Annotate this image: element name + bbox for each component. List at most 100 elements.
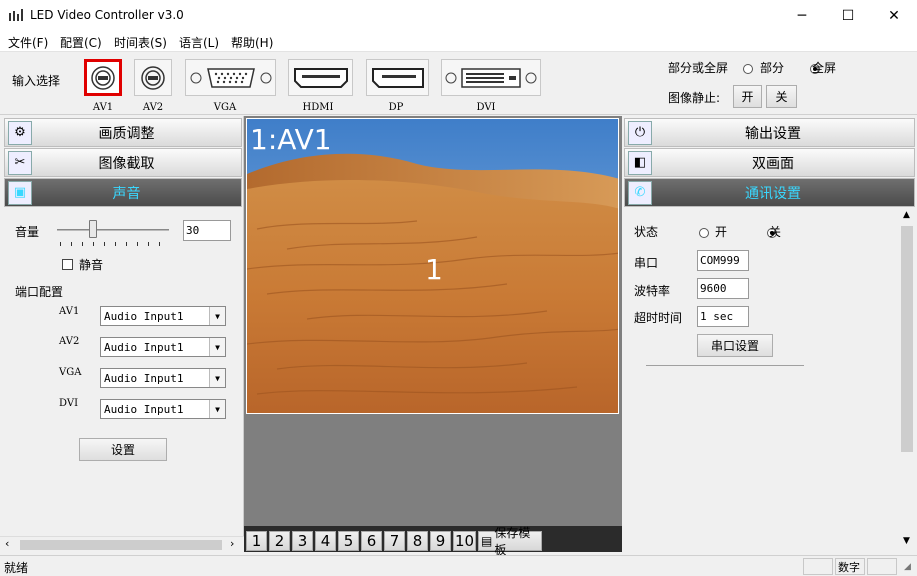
menu-schedule[interactable]: 时间表(S) xyxy=(114,34,167,51)
partial-radio[interactable] xyxy=(743,64,753,74)
menu-config[interactable]: 配置(C) xyxy=(60,34,102,51)
input-select-label: 输入选择 xyxy=(12,74,61,88)
preview-area: 1:AV1 1 xyxy=(244,116,622,552)
template-button-3[interactable]: 3 xyxy=(292,531,313,551)
baud-rate-field[interactable]: 9600 xyxy=(697,278,749,299)
audio-source-select-av1[interactable]: Audio Input1 ▼ xyxy=(100,306,226,326)
timeout-field[interactable]: 1 sec xyxy=(697,306,749,327)
save-template-label: 保存模板 xyxy=(494,526,531,557)
port-av2-label: AV2 xyxy=(142,102,164,113)
scroll-left-icon[interactable]: ‹ xyxy=(5,537,9,550)
template-button-1[interactable]: 1 xyxy=(246,531,267,551)
status-pane xyxy=(803,558,833,575)
chevron-down-icon: ▼ xyxy=(209,307,225,325)
phone-icon: ✆ xyxy=(628,180,652,205)
serial-setup-button[interactable]: 串口设置 xyxy=(697,334,773,357)
audio-source-select-vga[interactable]: Audio Input1 ▼ xyxy=(100,368,226,388)
close-button[interactable]: ✕ xyxy=(871,0,917,31)
scrollbar-thumb[interactable] xyxy=(901,226,913,452)
audio-source-value: Audio Input1 xyxy=(104,402,184,416)
menu-help[interactable]: 帮助(H) xyxy=(231,34,273,51)
quality-icon: ⚙ xyxy=(8,120,32,145)
audio-source-select-dvi[interactable]: Audio Input1 ▼ xyxy=(100,399,226,419)
template-button-4[interactable]: 4 xyxy=(315,531,336,551)
template-button-7[interactable]: 7 xyxy=(384,531,405,551)
template-button-9[interactable]: 9 xyxy=(430,531,451,551)
template-button-8[interactable]: 8 xyxy=(407,531,428,551)
menu-bar: 文件(F) 配置(C) 时间表(S) 语言(L) 帮助(H) xyxy=(0,31,917,52)
app-icon xyxy=(9,9,23,21)
comm-on-radio[interactable] xyxy=(699,228,709,238)
resize-grip-icon[interactable]: ◢ xyxy=(904,562,911,572)
save-icon: ▤ xyxy=(481,534,493,548)
tab-output-settings-label: 输出设置 xyxy=(745,125,801,142)
displayport-connector-icon xyxy=(371,67,424,88)
tab-image-capture[interactable]: ✂ 图像截取 xyxy=(4,148,242,177)
baud-rate-label: 波特率 xyxy=(634,284,671,298)
audio-port-label: AV2 xyxy=(59,336,80,347)
save-template-button[interactable]: ▤ 保存模板 xyxy=(478,526,542,557)
template-button-2[interactable]: 2 xyxy=(269,531,290,551)
serial-port-label: 串口 xyxy=(634,256,659,270)
scroll-right-icon[interactable]: › xyxy=(230,537,234,550)
right-vertical-scrollbar[interactable]: ▲ ▼ xyxy=(899,210,915,552)
audio-source-select-av2[interactable]: Audio Input1 ▼ xyxy=(100,337,226,357)
partial-radio-label: 部分 xyxy=(760,61,785,75)
port-av1-label: AV1 xyxy=(92,102,114,113)
tab-sound[interactable]: ▣ 声音 xyxy=(4,178,242,207)
port-dvi-label: DVI xyxy=(476,102,496,113)
window-title: LED Video Controller v3.0 xyxy=(30,8,184,22)
dual-picture-icon: ◧ xyxy=(628,150,652,175)
menu-file[interactable]: 文件(F) xyxy=(8,34,48,51)
maximize-button[interactable]: ☐ xyxy=(825,0,871,31)
port-dp-label: DP xyxy=(388,102,404,113)
tab-dual-picture[interactable]: ◧ 双画面 xyxy=(624,148,915,177)
template-button-10[interactable]: 10 xyxy=(453,531,476,551)
port-hdmi-button[interactable] xyxy=(288,59,353,96)
preview-window-1[interactable]: 1:AV1 1 xyxy=(246,118,619,414)
menu-language[interactable]: 语言(L) xyxy=(179,34,219,51)
scroll-up-icon[interactable]: ▲ xyxy=(903,210,910,220)
scroll-down-icon[interactable]: ▼ xyxy=(903,536,910,546)
template-button-6[interactable]: 6 xyxy=(361,531,382,551)
left-panel: ⚙ 画质调整 ✂ 图像截取 ▣ 声音 音量 30 静音 端口配置 AV1 Aud… xyxy=(0,116,244,552)
serial-port-field[interactable]: COM999 xyxy=(697,250,749,271)
minimize-button[interactable]: ─ xyxy=(779,0,825,31)
comm-off-label: 关 xyxy=(769,225,782,239)
audio-source-value: Audio Input1 xyxy=(104,309,184,323)
chevron-down-icon: ▼ xyxy=(209,400,225,418)
volume-input[interactable]: 30 xyxy=(183,220,231,241)
tab-dual-picture-label: 双画面 xyxy=(752,155,794,172)
volume-slider-thumb[interactable] xyxy=(89,220,97,238)
volume-slider-track[interactable] xyxy=(57,229,169,231)
comm-state-label: 状态 xyxy=(634,225,659,239)
tab-output-settings[interactable]: ⏻ 输出设置 xyxy=(624,118,915,147)
port-hdmi-label: HDMI xyxy=(302,102,334,113)
sound-setup-button[interactable]: 设置 xyxy=(79,438,167,461)
mute-label: 静音 xyxy=(79,258,104,272)
port-vga-button[interactable] xyxy=(185,59,276,96)
sound-icon: ▣ xyxy=(8,180,32,205)
tab-image-quality[interactable]: ⚙ 画质调整 xyxy=(4,118,242,147)
dvi-connector-icon xyxy=(445,67,537,88)
port-av1-button[interactable] xyxy=(84,59,122,96)
input-toolbar: 输入选择 AV1 AV2 VGA HDMI DP DVI 部分或全屏 部分 全屏… xyxy=(0,53,917,115)
preview-window-number: 1 xyxy=(425,253,443,286)
rca-connector-icon xyxy=(91,65,115,90)
freeze-on-button[interactable]: 开 xyxy=(733,85,762,108)
scrollbar-thumb[interactable] xyxy=(20,540,222,550)
template-button-5[interactable]: 5 xyxy=(338,531,359,551)
mute-checkbox[interactable] xyxy=(62,259,73,270)
tab-communication-settings[interactable]: ✆ 通讯设置 xyxy=(624,178,915,207)
chevron-down-icon: ▼ xyxy=(209,338,225,356)
port-dp-button[interactable] xyxy=(366,59,429,96)
port-av2-button[interactable] xyxy=(134,59,172,96)
freeze-off-button[interactable]: 关 xyxy=(766,85,797,108)
audio-port-label: VGA xyxy=(59,367,82,378)
comm-on-label: 开 xyxy=(715,225,728,239)
left-horizontal-scrollbar[interactable]: ‹ › xyxy=(0,536,244,552)
output-icon: ⏻ xyxy=(628,120,652,145)
right-panel: ⏻ 输出设置 ◧ 双画面 ✆ 通讯设置 状态 开 关 串口 COM999 波特率… xyxy=(622,116,917,552)
port-dvi-button[interactable] xyxy=(441,59,541,96)
volume-ticks xyxy=(60,242,168,246)
